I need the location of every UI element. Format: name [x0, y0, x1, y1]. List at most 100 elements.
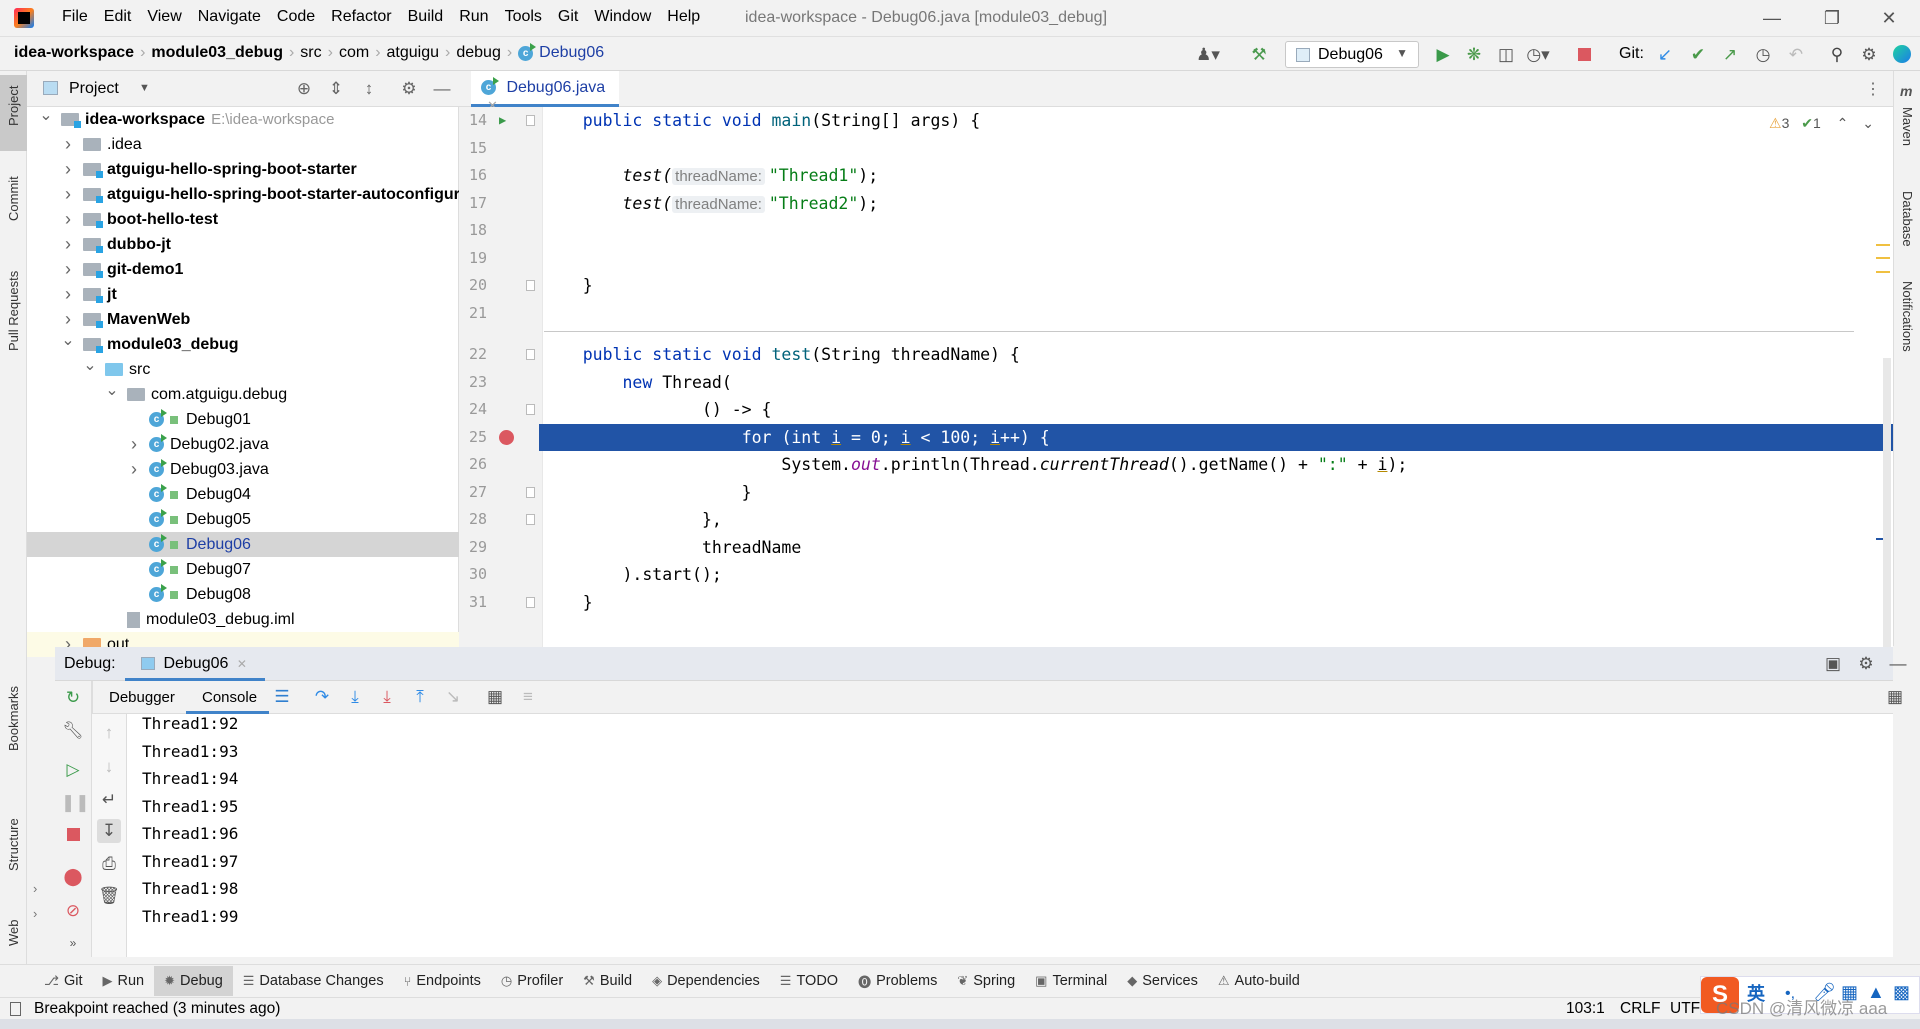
code-line[interactable]: 29 threadName	[459, 534, 1893, 561]
stripe-web[interactable]: Web	[6, 920, 21, 947]
code-line[interactable]: 22 public static void test(String thread…	[459, 341, 1893, 368]
stripe-database[interactable]: Database	[1900, 191, 1915, 247]
rollback-icon[interactable]: ↶	[1784, 45, 1808, 65]
code-line[interactable]: 18	[459, 217, 1893, 244]
breadcrumb-item[interactable]: Debug06	[539, 44, 604, 62]
stripe-project[interactable]: Project	[6, 86, 21, 126]
breakpoint-icon[interactable]	[499, 429, 514, 445]
trace-stream-icon[interactable]: ≡	[516, 685, 540, 709]
breadcrumb-item[interactable]: com	[339, 44, 369, 62]
chevron-right-icon[interactable]: ›	[61, 257, 75, 282]
error-stripe-mark[interactable]	[1876, 244, 1890, 246]
stripe-notifications[interactable]: Notifications	[1900, 281, 1915, 352]
tool-git[interactable]: ⎇ Git	[34, 966, 93, 996]
caret-position[interactable]: 103:1	[1566, 998, 1605, 1020]
tree-item[interactable]: › git-demo1	[27, 257, 459, 282]
chevron-right-icon[interactable]: ›	[61, 157, 75, 182]
tool-terminal[interactable]: ▣ Terminal	[1025, 966, 1117, 996]
code-line[interactable]: 26 System.out.println(Thread.currentThre…	[459, 451, 1893, 478]
fold-marker-icon[interactable]	[526, 486, 535, 498]
profile-icon[interactable]: ◷▾	[1526, 45, 1550, 65]
coverage-icon[interactable]: ◫	[1494, 45, 1518, 65]
layout-settings-icon[interactable]: ▦	[1885, 685, 1905, 709]
project-title[interactable]: Project	[69, 80, 119, 98]
tool-auto-build[interactable]: ⚠ Auto-build	[1208, 966, 1310, 996]
stripe-maven[interactable]: Maven	[1900, 107, 1915, 146]
code-line[interactable]: 15	[459, 135, 1893, 162]
breadcrumb-item[interactable]: debug	[456, 44, 501, 62]
chevron-down-icon[interactable]: ▼	[139, 82, 150, 94]
gear-icon[interactable]: ⚙	[1857, 45, 1881, 65]
stripe-pull-requests[interactable]: Pull Requests	[6, 271, 21, 351]
chevron-right-icon[interactable]: ›	[127, 432, 141, 457]
step-over-icon[interactable]: ↷	[310, 685, 334, 709]
tree-item[interactable]: ⌄ module03_debug	[27, 332, 459, 357]
toolbox-grid-icon[interactable]: ▩	[1893, 981, 1910, 1003]
code-line[interactable]: 23 new Thread(	[459, 369, 1893, 396]
menu-edit[interactable]: Edit	[96, 8, 140, 26]
menu-run[interactable]: Run	[451, 8, 496, 26]
chevron-right-icon[interactable]: ›	[61, 182, 75, 207]
close-tab-icon[interactable]: ✕	[237, 657, 247, 671]
chevron-down-icon[interactable]: ⌄	[61, 332, 75, 353]
more-options-icon[interactable]: ⋮	[1865, 79, 1881, 99]
status-message[interactable]: Breakpoint reached (3 minutes ago)	[34, 998, 280, 1020]
menu-code[interactable]: Code	[269, 8, 323, 26]
tree-item[interactable]: › jt	[27, 282, 459, 307]
tool-spring[interactable]: ❦ Spring	[947, 966, 1025, 996]
code-line[interactable]: 16 test(threadName: "Thread1");	[459, 162, 1893, 189]
up-arrow-icon[interactable]: ↑	[97, 721, 121, 745]
tool-profiler[interactable]: ◷ Profiler	[491, 966, 573, 996]
tab-debug06[interactable]: Debug06 ✕	[125, 647, 265, 681]
menu-view[interactable]: View	[139, 8, 189, 26]
history-clock-icon[interactable]: ◷	[1751, 45, 1775, 65]
locate-target-icon[interactable]: ⊕	[292, 77, 316, 101]
menu-navigate[interactable]: Navigate	[190, 8, 269, 26]
stripe-structure[interactable]: Structure	[6, 818, 21, 871]
tab-debugger[interactable]: Debugger	[109, 689, 175, 706]
view-breakpoints-icon[interactable]: ⬤	[61, 865, 85, 889]
code-line[interactable]: 21	[459, 300, 1893, 327]
menu-file[interactable]: File	[54, 8, 96, 26]
soft-wrap-icon[interactable]: ↵	[97, 788, 121, 812]
stripe-commit[interactable]: Commit	[6, 176, 21, 221]
breadcrumb-item[interactable]: idea-workspace	[14, 44, 134, 62]
run-icon[interactable]: ▶	[1431, 45, 1455, 65]
more-icon[interactable]: »	[61, 931, 85, 955]
collapse-all-icon[interactable]: ↕	[357, 77, 381, 101]
chevron-right-icon[interactable]: ›	[61, 232, 75, 257]
debug-bug-icon[interactable]: ❋	[1462, 45, 1486, 65]
tree-item[interactable]: c Debug07	[27, 557, 459, 582]
tree-item[interactable]: › c Debug02.java	[27, 432, 459, 457]
minimize-button[interactable]: —	[1754, 4, 1790, 32]
tree-item[interactable]: ⌄ com.atguigu.debug	[27, 382, 459, 407]
tree-item[interactable]: c Debug01	[27, 407, 459, 432]
run-gutter-icon[interactable]: ▶	[499, 107, 506, 134]
code-line-current[interactable]: 25 for (int i = 0; i < 100; i++) {	[469, 423, 1893, 451]
chevron-down-icon[interactable]: ⌄	[105, 382, 119, 403]
build-hammer-icon[interactable]: ⚒	[1247, 45, 1271, 65]
fold-marker-icon[interactable]	[526, 404, 535, 415]
code-line[interactable]: 20 }	[459, 272, 1893, 299]
stripe-bookmarks[interactable]: Bookmarks	[6, 686, 21, 751]
menu-help[interactable]: Help	[659, 8, 708, 26]
gear-icon[interactable]: ⚙	[1854, 652, 1878, 676]
breadcrumb-item[interactable]: atguigu	[387, 44, 440, 62]
chevron-down-icon[interactable]: ⌄	[39, 107, 53, 128]
breadcrumb-item[interactable]: src	[300, 44, 321, 62]
tree-item[interactable]: ⌄ src	[27, 357, 459, 382]
resume-icon[interactable]: ▷	[61, 758, 85, 782]
error-stripe-mark[interactable]	[1876, 271, 1890, 273]
hide-panel-icon[interactable]: —	[1886, 652, 1910, 676]
down-arrow-icon[interactable]: ↓	[97, 755, 121, 779]
tool-todo[interactable]: ☰ TODO	[770, 966, 848, 996]
tree-item[interactable]: c Debug04	[27, 482, 459, 507]
menu-git[interactable]: Git	[550, 8, 586, 26]
chevron-right-icon[interactable]: ›	[61, 282, 75, 307]
fold-marker-icon[interactable]	[526, 349, 535, 360]
tool-database-changes[interactable]: ☰ Database Changes	[233, 966, 394, 996]
pause-icon[interactable]: ❚❚	[61, 791, 90, 815]
menu-refactor[interactable]: Refactor	[323, 8, 399, 26]
chevron-right-icon[interactable]: ›	[61, 132, 75, 157]
code-line[interactable]: 19	[459, 245, 1893, 272]
